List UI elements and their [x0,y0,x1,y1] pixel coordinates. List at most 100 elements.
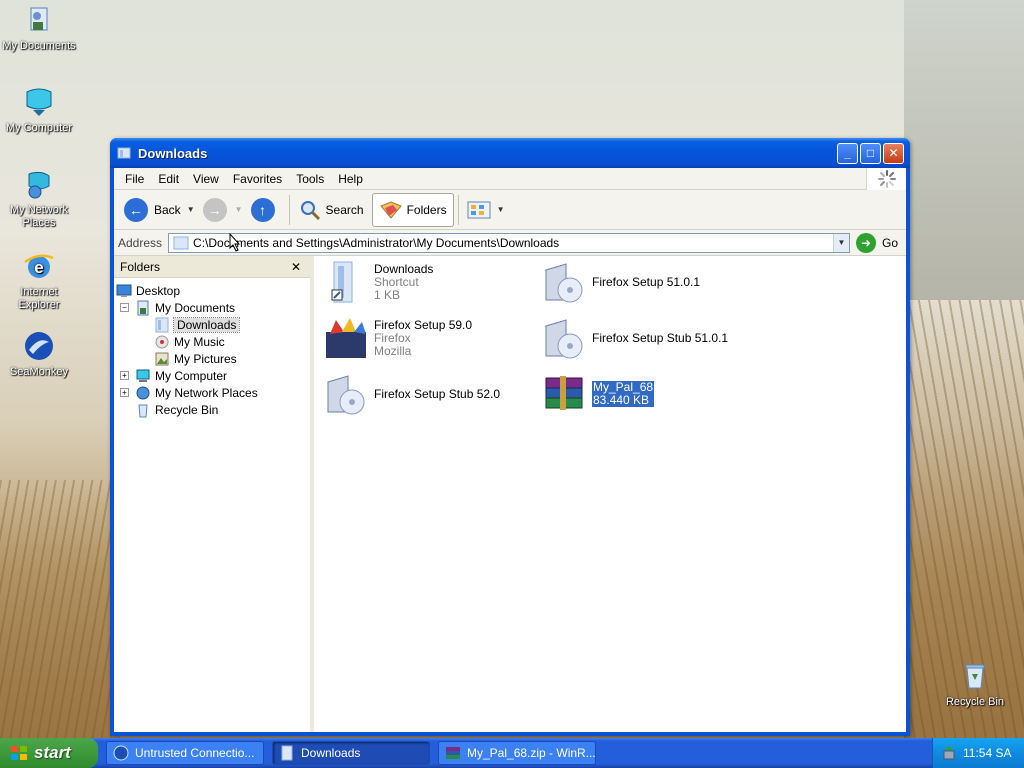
file-text: Firefox Setup 51.0.1 [592,274,701,289]
menu-bar: File Edit View Favorites Tools Help [114,168,906,190]
tree-item-network-places[interactable]: + My Network Places [116,384,308,401]
address-dropdown[interactable]: ▼ [832,233,849,252]
tree-item-desktop[interactable]: Desktop [116,282,308,299]
desktop-icon-my-documents[interactable]: My Documents [0,4,78,53]
safely-remove-hardware-icon[interactable] [941,745,957,761]
content-area: Folders ✕ Desktop − My Documents Downloa… [114,256,906,732]
minimize-icon: _ [844,146,851,160]
firefox-package-icon [326,318,366,358]
address-field[interactable]: C:\Documents and Settings\Administrator\… [168,232,850,253]
views-icon [467,201,491,218]
window-titlebar[interactable]: Downloads _ □ ✕ [110,138,910,168]
forward-button[interactable]: → ▼ [199,193,247,227]
folder-icon [155,317,169,332]
taskbar-item-winrar[interactable]: My_Pal_68.zip - WinR... [438,741,596,765]
folders-pane-header: Folders ✕ [114,256,310,278]
menu-view[interactable]: View [186,172,226,186]
expand-toggle-icon[interactable]: + [120,371,129,380]
taskbar-item-browser[interactable]: Untrusted Connectio... [106,741,264,765]
installer-icon [545,319,583,359]
winrar-icon [446,747,460,759]
shortcut-folder-icon [331,261,353,303]
taskbar: start Untrusted Connectio... Downloads M… [0,738,1024,768]
my-computer-icon [136,369,150,382]
folders-pane: Folders ✕ Desktop − My Documents Downloa… [114,256,314,732]
desktop-icon [116,284,132,297]
menu-edit[interactable]: Edit [151,172,186,186]
folders-button[interactable]: Folders [371,192,454,227]
tree-item-my-documents[interactable]: − My Documents [116,299,308,316]
file-item[interactable]: Firefox Setup Stub 52.0 [322,370,522,418]
taskbar-item-downloads[interactable]: Downloads [272,741,430,765]
close-icon: ✕ [888,146,899,160]
chevron-down-icon: ▼ [837,238,846,247]
recycle-bin-icon [138,404,148,417]
back-label: Back [154,202,181,217]
taskbar-item-label: Downloads [301,746,361,760]
menu-favorites[interactable]: Favorites [226,172,289,186]
close-button[interactable]: ✕ [883,142,904,164]
go-button[interactable]: ➜ Go [855,232,898,253]
window-title: Downloads [138,145,208,161]
wallpaper-sky [904,0,1024,300]
desktop-icon-network-places[interactable]: My Network Places [0,168,78,230]
menu-tools[interactable]: Tools [289,172,331,186]
back-dropdown-icon[interactable]: ▼ [187,205,195,214]
go-label: Go [881,235,898,250]
back-button[interactable]: ← Back ▼ [120,193,199,227]
file-name: Firefox Setup 51.0.1 [592,274,701,289]
tree-item-my-computer[interactable]: + My Computer [116,367,308,384]
music-icon [155,335,169,348]
search-button[interactable]: Search [294,193,368,227]
desktop-icon-internet-explorer[interactable]: e Internet Explorer [0,250,78,312]
folders-pane-title: Folders [120,259,161,274]
collapse-toggle-icon[interactable]: − [120,303,129,312]
back-arrow-icon: ← [124,197,148,222]
file-item-selected[interactable]: My_Pal_68 83.440 KB [540,370,740,418]
folders-pane-close-button[interactable]: ✕ [288,260,304,274]
desktop-icon-my-computer[interactable]: My Computer [0,86,78,135]
my-documents-icon [30,7,48,31]
tree-item-my-music[interactable]: My Music [116,333,308,350]
file-item[interactable]: Firefox Setup 59.0 Firefox Mozilla [322,314,522,362]
search-label: Search [325,202,364,217]
loading-spinner-icon [877,170,896,188]
internet-explorer-icon: e [24,254,54,278]
toolbar: ← Back ▼ → ▼ ↑ Search Folders ▼ [114,190,906,230]
views-button[interactable]: ▼ [463,193,509,227]
desktop-icon-recycle-bin[interactable]: Recycle Bin [936,660,1014,709]
start-button[interactable]: start [0,738,98,768]
file-item[interactable]: Downloads Shortcut 1 KB [322,258,522,306]
maximize-button[interactable]: □ [860,142,881,164]
throbber [866,168,906,190]
pictures-icon [155,352,169,365]
go-arrow-icon: ➜ [855,232,876,253]
svg-text:e: e [34,258,43,277]
recycle-bin-icon [965,664,985,689]
clock[interactable]: 11:54 SA [963,746,1011,760]
minimize-button[interactable]: _ [837,142,858,164]
up-arrow-icon: ↑ [250,197,275,222]
tree-item-downloads[interactable]: Downloads [116,316,308,333]
file-name: Downloads [374,261,434,276]
up-button[interactable]: ↑ [247,193,285,227]
file-item[interactable]: Firefox Setup Stub 51.0.1 [540,314,800,362]
file-text: Downloads Shortcut 1 KB [374,261,434,302]
file-item[interactable]: Firefox Setup 51.0.1 [540,258,740,306]
desktop-icon-seamonkey[interactable]: SeaMonkey [0,330,78,379]
tree-item-recycle-bin[interactable]: Recycle Bin [116,401,308,418]
menu-file[interactable]: File [118,172,151,186]
wallpaper-grass-left [0,480,120,740]
expand-toggle-icon[interactable]: + [120,388,129,397]
menu-help[interactable]: Help [331,172,370,186]
seamonkey-icon [25,332,53,360]
file-type: Firefox [374,330,411,345]
installer-icon [545,263,583,303]
file-size: 83.440 KB [592,394,655,407]
address-value[interactable]: C:\Documents and Settings\Administrator\… [193,236,833,250]
address-folder-icon [173,236,189,249]
file-list: Downloads Shortcut 1 KB Firefox Setup 51… [314,256,906,732]
tree-item-my-pictures[interactable]: My Pictures [116,350,308,367]
address-label: Address [118,235,163,250]
forward-dropdown-icon[interactable]: ▼ [235,205,243,214]
